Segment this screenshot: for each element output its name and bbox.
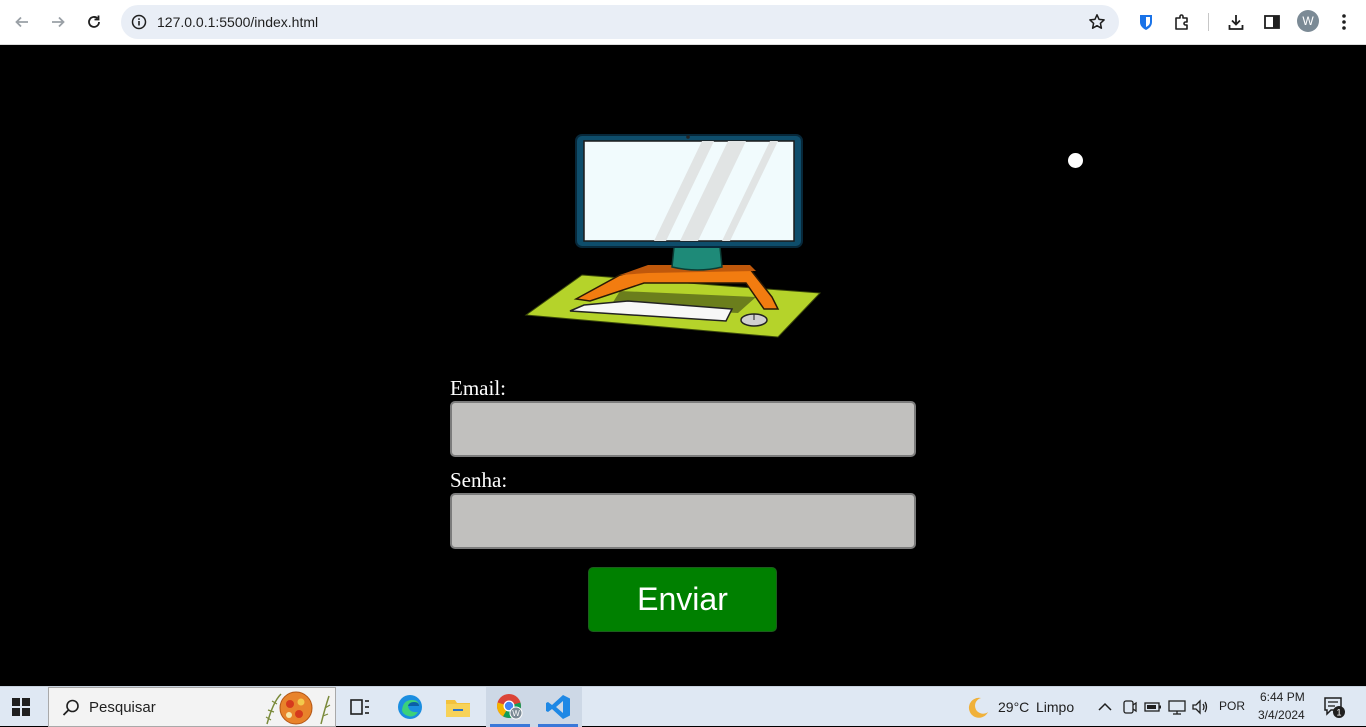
windows-start-icon[interactable] bbox=[10, 696, 32, 718]
edge-icon[interactable] bbox=[386, 687, 434, 727]
weather-condition[interactable]: Limpo bbox=[1036, 699, 1074, 715]
search-placeholder: Pesquisar bbox=[89, 699, 156, 716]
site-info-icon[interactable] bbox=[129, 12, 149, 32]
search-icon bbox=[62, 699, 79, 716]
network-icon[interactable] bbox=[1167, 697, 1187, 717]
password-field[interactable] bbox=[450, 493, 916, 549]
taskbar-search[interactable]: Pesquisar bbox=[48, 687, 336, 727]
file-explorer-icon[interactable] bbox=[434, 687, 482, 727]
clock-time[interactable]: 6:44 PM bbox=[1260, 690, 1305, 704]
reload-icon[interactable] bbox=[80, 8, 108, 36]
vscode-icon[interactable] bbox=[534, 687, 582, 727]
browser-toolbar: 127.0.0.1:5500/index.html W bbox=[0, 0, 1366, 45]
email-label: Email: bbox=[450, 376, 506, 400]
submit-button[interactable]: Enviar bbox=[588, 567, 777, 632]
toolbar-divider bbox=[1208, 13, 1209, 31]
password-label: Senha: bbox=[450, 468, 508, 492]
notification-icon[interactable]: 1 bbox=[1322, 695, 1346, 719]
volume-icon[interactable] bbox=[1190, 697, 1210, 717]
more-menu-icon[interactable] bbox=[1331, 9, 1357, 35]
password-manager-icon[interactable] bbox=[1133, 9, 1159, 35]
side-panel-icon[interactable] bbox=[1259, 9, 1285, 35]
svg-text:W: W bbox=[512, 709, 520, 718]
bookmark-star-icon[interactable] bbox=[1087, 12, 1107, 32]
email-field[interactable] bbox=[450, 401, 916, 457]
task-view-icon[interactable] bbox=[336, 687, 384, 727]
cursor-dot bbox=[1068, 153, 1083, 168]
profile-avatar[interactable]: W bbox=[1297, 10, 1319, 32]
forward-icon[interactable] bbox=[44, 8, 72, 36]
address-bar[interactable]: 127.0.0.1:5500/index.html bbox=[121, 5, 1119, 39]
search-highlight-icon bbox=[265, 691, 331, 725]
chevron-up-icon[interactable] bbox=[1095, 697, 1115, 717]
battery-icon[interactable] bbox=[1143, 697, 1163, 717]
login-form: Email: Senha: bbox=[450, 376, 916, 549]
url-text[interactable]: 127.0.0.1:5500/index.html bbox=[157, 14, 318, 30]
extensions-icon[interactable] bbox=[1169, 9, 1195, 35]
meet-icon[interactable] bbox=[1119, 697, 1139, 717]
chrome-icon[interactable]: W bbox=[486, 687, 534, 727]
computer-desk-illustration bbox=[524, 134, 822, 338]
moon-icon[interactable] bbox=[966, 696, 990, 720]
back-icon[interactable] bbox=[8, 8, 36, 36]
notification-count: 1 bbox=[1336, 708, 1341, 718]
windows-taskbar: Pesquisar W 29°C Limpo POR 6:44 PM 3/4/2… bbox=[0, 686, 1366, 727]
clock-date[interactable]: 3/4/2024 bbox=[1258, 708, 1305, 722]
language-indicator[interactable]: POR bbox=[1219, 699, 1245, 713]
download-icon[interactable] bbox=[1223, 9, 1249, 35]
weather-temperature[interactable]: 29°C bbox=[998, 699, 1029, 715]
